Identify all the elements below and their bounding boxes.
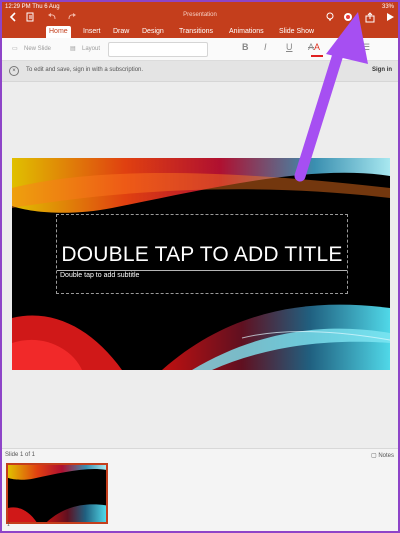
italic-button[interactable]: I xyxy=(264,42,267,52)
close-icon[interactable]: × xyxy=(9,66,19,76)
slide-panel: Slide 1 of 1 ▢ Notes 1 xyxy=(2,448,398,531)
back-icon[interactable] xyxy=(7,11,19,23)
signin-link[interactable]: Sign in xyxy=(372,67,392,73)
tab-draw[interactable]: Draw xyxy=(110,26,132,38)
tab-animations[interactable]: Animations xyxy=(226,26,267,38)
file-icon[interactable] xyxy=(24,11,36,23)
layout-icon[interactable]: ▤ xyxy=(70,43,76,55)
undo-icon[interactable] xyxy=(46,11,58,23)
redo-icon[interactable] xyxy=(66,11,78,23)
tab-home[interactable]: Home xyxy=(46,26,71,38)
font-name-field[interactable] xyxy=(108,42,208,57)
slide-subtitle-placeholder[interactable]: Double tap to add subtitle xyxy=(60,272,139,279)
new-slide-icon[interactable]: ▭ xyxy=(12,43,18,55)
slide-title-placeholder[interactable]: DOUBLE TAP TO ADD TITLE xyxy=(57,243,347,267)
signin-message: To edit and save, sign in with a subscri… xyxy=(26,67,144,73)
status-time: 12:29 PM Thu 6 Aug xyxy=(5,4,60,10)
slide-canvas[interactable]: DOUBLE TAP TO ADD TITLE Double tap to ad… xyxy=(12,158,390,370)
bold-button[interactable]: B xyxy=(242,42,249,52)
title-placeholder-box[interactable]: DOUBLE TAP TO ADD TITLE Double tap to ad… xyxy=(56,214,348,294)
slide-thumbnail[interactable] xyxy=(6,463,108,524)
slide-counter: Slide 1 of 1 xyxy=(5,452,36,458)
tab-insert[interactable]: Insert xyxy=(80,26,104,38)
title-divider xyxy=(57,270,347,271)
tab-transitions[interactable]: Transitions xyxy=(176,26,216,38)
tab-design[interactable]: Design xyxy=(139,26,167,38)
annotation-arrow-icon xyxy=(294,12,368,182)
notes-label: Notes xyxy=(378,453,394,459)
app-window: 12:29 PM Thu 6 Aug 33% Presentation Home xyxy=(0,0,400,533)
status-battery: 33% xyxy=(381,4,394,10)
new-slide-button[interactable]: New Slide xyxy=(24,43,51,55)
notes-button[interactable]: ▢ Notes xyxy=(371,452,394,459)
layout-button[interactable]: Layout xyxy=(82,43,100,55)
play-icon[interactable] xyxy=(384,11,396,23)
thumbnail-number: 1 xyxy=(7,522,10,528)
thumbnail-art xyxy=(8,465,106,522)
